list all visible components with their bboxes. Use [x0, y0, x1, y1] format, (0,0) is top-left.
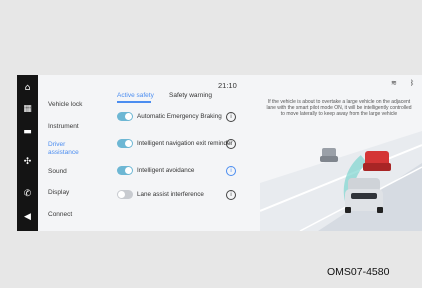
menu-item-display[interactable]: Display: [48, 189, 69, 197]
info-icon[interactable]: i: [226, 166, 236, 176]
tab-indicator: [117, 101, 151, 103]
setting-row-lane-assist: Lane assist interference i: [117, 187, 242, 203]
lane-assist-toggle[interactable]: [117, 190, 133, 199]
avoidance-illustration: [260, 131, 422, 231]
apps-grid-icon[interactable]: ▦: [17, 102, 38, 116]
setting-label: Intelligent navigation exit reminder: [137, 140, 233, 148]
wifi-icon: ≋: [391, 79, 397, 87]
infotainment-screen: ⌂ ▦ ▬ ✣ ✆ ◀ Vehicle lock Instrument Driv…: [17, 75, 422, 231]
setting-row-exit-reminder: Intelligent navigation exit reminder i: [117, 136, 242, 152]
menu-item-sound[interactable]: Sound: [48, 168, 67, 176]
setting-label: Lane assist interference: [137, 191, 204, 199]
setting-label: Intelligent avoidance: [137, 167, 195, 175]
volume-icon[interactable]: ◀: [17, 210, 38, 224]
figure-id: OMS07-4580: [327, 266, 390, 278]
exit-reminder-toggle[interactable]: [117, 139, 133, 148]
setting-row-avoidance: Intelligent avoidance i: [117, 163, 242, 179]
settings-menu: Vehicle lock Instrument Driver assistanc…: [38, 75, 108, 231]
menu-item-vehicle-lock[interactable]: Vehicle lock: [48, 101, 82, 109]
feature-description: If the vehicle is about to overtake a la…: [266, 99, 412, 117]
home-icon[interactable]: ⌂: [17, 81, 38, 95]
bluetooth-icon: ᛒ: [410, 79, 415, 87]
menu-item-driver-assistance[interactable]: Driver assistance: [48, 141, 88, 157]
clock: 21:10: [218, 81, 237, 90]
menu-item-connect[interactable]: Connect: [48, 211, 72, 219]
tab-active-safety[interactable]: Active safety: [117, 92, 154, 99]
fan-icon[interactable]: ✣: [17, 155, 38, 169]
phone-icon[interactable]: ✆: [17, 187, 38, 201]
icon-sidebar: ⌂ ▦ ▬ ✣ ✆ ◀: [17, 75, 38, 231]
info-icon[interactable]: i: [226, 139, 236, 149]
info-icon[interactable]: i: [226, 190, 236, 200]
tab-safety-warning[interactable]: Safety warning: [169, 92, 212, 99]
avoidance-toggle[interactable]: [117, 166, 133, 175]
car-icon[interactable]: ▬: [17, 125, 38, 139]
info-icon[interactable]: i: [226, 112, 236, 122]
setting-row-aeb: Automatic Emergency Braking i: [117, 109, 242, 125]
setting-label: Automatic Emergency Braking: [137, 113, 222, 121]
aeb-toggle[interactable]: [117, 112, 133, 121]
menu-item-instrument[interactable]: Instrument: [48, 123, 79, 131]
